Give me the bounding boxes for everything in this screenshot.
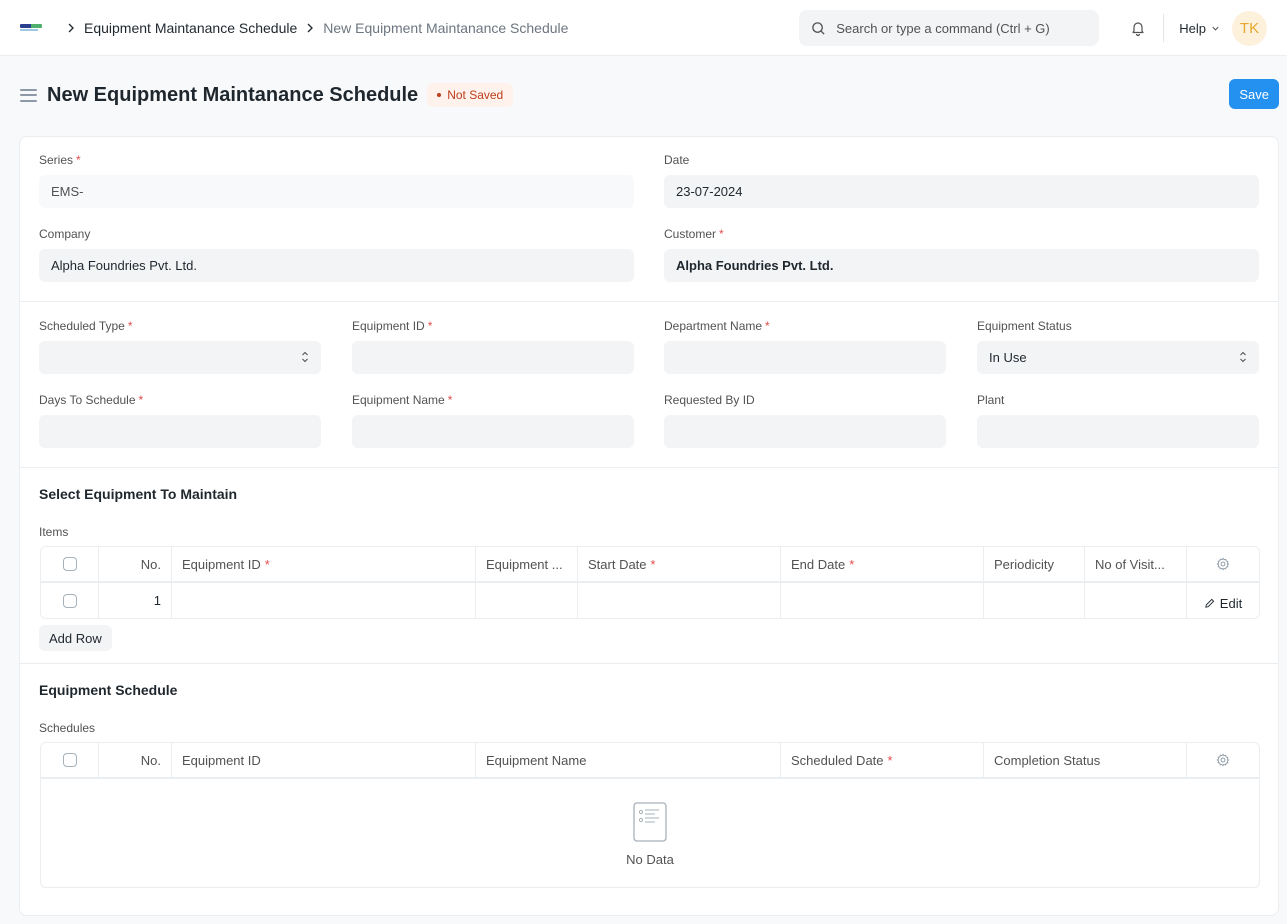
search-icon: [812, 21, 825, 35]
page-head: New Equipment Maintanance Schedule Not S…: [0, 56, 1287, 134]
table-label: Items: [39, 525, 69, 539]
empty-text: No Data: [626, 851, 674, 867]
cell-equipment-id[interactable]: [172, 583, 476, 618]
table-label: Schedules: [39, 721, 96, 735]
col-completion-status: Completion Status: [984, 743, 1187, 777]
col-equipment-name: Equipment Name: [476, 743, 781, 777]
help-dropdown[interactable]: Help: [1179, 21, 1220, 36]
field-requested-by-id: Requested By ID: [664, 393, 946, 448]
scheduled-type-select[interactable]: [39, 341, 321, 374]
field-series: Series * EMS-: [39, 153, 634, 208]
select-all-checkbox[interactable]: [62, 753, 77, 767]
gear-icon[interactable]: [1216, 557, 1230, 571]
chevron-down-icon: [1212, 26, 1219, 31]
divider: [1163, 14, 1165, 42]
equipment-name-input[interactable]: [352, 415, 634, 448]
series-input[interactable]: EMS-: [39, 175, 634, 208]
row-checkbox[interactable]: [62, 593, 77, 608]
field-days-to-schedule: Days To Schedule *: [39, 393, 321, 448]
customer-input[interactable]: Alpha Foundries Pvt. Ltd.: [664, 249, 1259, 282]
section-items: Select Equipment To Maintain Items No. E…: [20, 468, 1278, 664]
cell-no-of-visits[interactable]: [1085, 583, 1187, 618]
schedules-table: No. Equipment ID Equipment Name Schedule…: [40, 742, 1260, 888]
table-row[interactable]: 1 Edit: [41, 583, 1259, 618]
section-schedule: Equipment Schedule Schedules No. Equipme…: [20, 664, 1278, 924]
cell-start-date[interactable]: [578, 583, 781, 618]
help-label: Help: [1179, 20, 1206, 36]
status-badge: Not Saved: [427, 83, 514, 107]
plant-input[interactable]: [977, 415, 1259, 448]
requested-by-id-input[interactable]: [664, 415, 946, 448]
col-equipment-id: Equipment ID: [172, 743, 476, 777]
select-updown-icon: [302, 351, 308, 363]
field-company: Company Alpha Foundries Pvt. Ltd.: [39, 227, 634, 282]
col-start-date: Start Date *: [578, 547, 781, 581]
navbar: Equipment Maintanance Schedule New Equip…: [0, 0, 1287, 56]
field-customer: Customer * Alpha Foundries Pvt. Ltd.: [664, 227, 1259, 282]
cell-equipment-name[interactable]: [476, 583, 578, 618]
avatar[interactable]: TK: [1232, 10, 1267, 46]
field-equipment-name: Equipment Name *: [352, 393, 634, 448]
col-equipment-name: Equipment ...: [476, 547, 578, 581]
search-input[interactable]: Search or type a command (Ctrl + G): [799, 10, 1100, 46]
date-input[interactable]: 23-07-2024: [664, 175, 1259, 208]
gear-icon[interactable]: [1216, 753, 1230, 767]
breadcrumb-current: New Equipment Maintanance Schedule: [323, 19, 569, 36]
page-title: New Equipment Maintanance Schedule: [47, 83, 419, 106]
chevron-right-icon: [305, 23, 315, 33]
empty-list-icon: [633, 801, 667, 842]
items-table: No. Equipment ID * Equipment ... Start Da…: [40, 546, 1260, 619]
select-all-checkbox[interactable]: [62, 557, 77, 571]
section-title: Equipment Schedule: [39, 682, 178, 698]
cell-periodicity[interactable]: [984, 583, 1085, 618]
breadcrumb-doctype[interactable]: Equipment Maintanance Schedule: [84, 20, 297, 36]
col-no: No.: [99, 743, 172, 777]
equipment-status-select[interactable]: In Use: [977, 341, 1259, 374]
select-updown-icon: [1240, 351, 1246, 363]
section-equipment: Scheduled Type * Equipment ID * Department…: [20, 302, 1278, 468]
company-input[interactable]: Alpha Foundries Pvt. Ltd.: [39, 249, 634, 282]
cell-end-date[interactable]: [781, 583, 984, 618]
section-title: Select Equipment To Maintain: [39, 486, 238, 502]
col-scheduled-date: Scheduled Date *: [781, 743, 984, 777]
add-row-button[interactable]: Add Row: [39, 625, 112, 651]
field-department-name: Department Name *: [664, 319, 946, 374]
field-equipment-status: Equipment Status In Use: [977, 319, 1259, 374]
row-no: 1: [99, 583, 172, 618]
app-logo[interactable]: [20, 23, 42, 33]
field-scheduled-type: Scheduled Type *: [39, 319, 321, 374]
bell-icon[interactable]: [1129, 19, 1147, 37]
col-equipment-id: Equipment ID *: [172, 547, 476, 581]
pencil-icon: [1205, 598, 1215, 608]
col-no: No.: [99, 547, 172, 581]
table-header: No. Equipment ID * Equipment ... Start Da…: [41, 547, 1259, 583]
form-card: Series * EMS- Date 23-07-2024 Company Alp…: [19, 136, 1279, 916]
empty-state: No Data: [41, 779, 1259, 887]
chevron-right-icon: [66, 23, 76, 33]
section-details: Series * EMS- Date 23-07-2024 Company Alp…: [20, 137, 1278, 302]
department-name-input[interactable]: [664, 341, 946, 374]
field-equipment-id: Equipment ID *: [352, 319, 634, 374]
col-no-of-visits: No of Visit...: [1085, 547, 1187, 581]
edit-row-button[interactable]: Edit: [1204, 596, 1242, 611]
field-plant: Plant: [977, 393, 1259, 448]
sidebar-toggle-icon[interactable]: [20, 88, 37, 102]
col-periodicity: Periodicity: [984, 547, 1085, 581]
scrollbar-track[interactable]: [1279, 56, 1287, 895]
save-button[interactable]: Save: [1229, 79, 1279, 109]
equipment-id-input[interactable]: [352, 341, 634, 374]
col-end-date: End Date *: [781, 547, 984, 581]
days-to-schedule-input[interactable]: [39, 415, 321, 448]
field-date: Date 23-07-2024: [664, 153, 1259, 208]
table-header: No. Equipment ID Equipment Name Schedule…: [41, 743, 1259, 779]
search-placeholder: Search or type a command (Ctrl + G): [836, 20, 1050, 36]
